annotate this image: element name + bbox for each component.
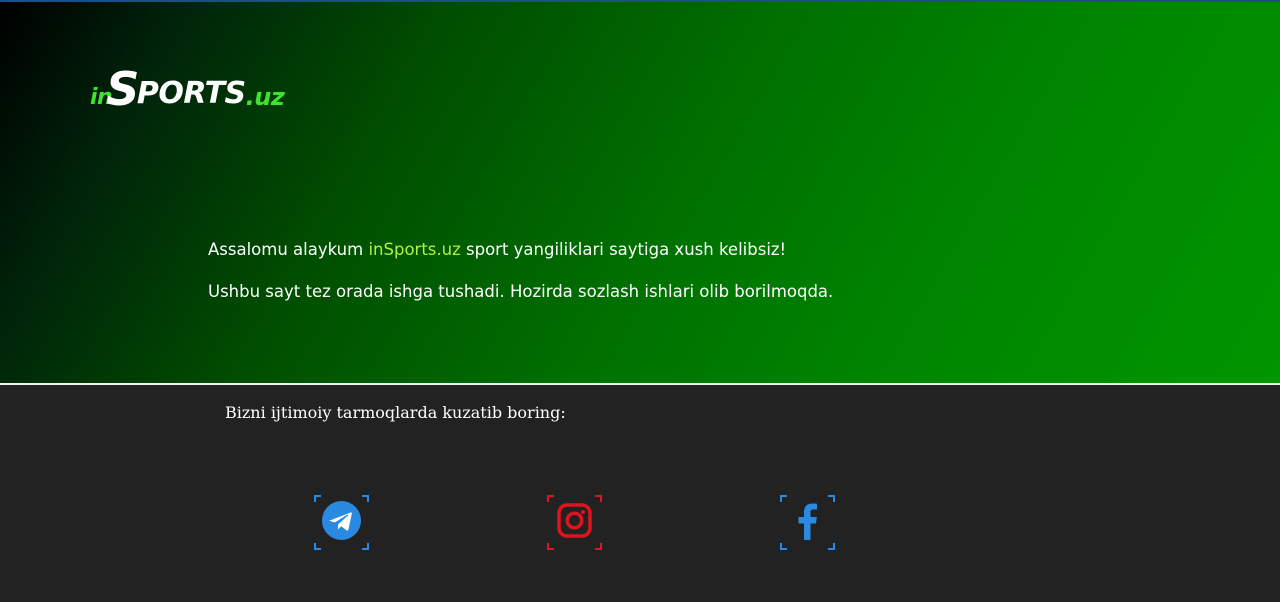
site-logo[interactable]: in S PORTS .uz xyxy=(90,60,285,116)
facebook-link[interactable] xyxy=(780,495,835,550)
instagram-link[interactable] xyxy=(547,495,602,550)
welcome-brand: inSports.uz xyxy=(368,240,461,259)
instagram-icon xyxy=(547,495,602,550)
notice-message: Ushbu sayt tez orada ishga tushadi. Hozi… xyxy=(208,282,834,301)
logo-tld: .uz xyxy=(245,83,285,111)
logo-s: S xyxy=(106,62,139,116)
section-divider xyxy=(0,383,1280,385)
follow-heading: Bizni ijtimoiy tarmoqlarda kuzatib borin… xyxy=(225,403,566,422)
hero-section: in S PORTS .uz Assalomu alaykum inSports… xyxy=(0,2,1280,383)
telegram-icon xyxy=(314,495,369,550)
logo-ports: PORTS xyxy=(136,76,246,111)
facebook-icon xyxy=(780,495,835,550)
welcome-message: Assalomu alaykum inSports.uz sport yangi… xyxy=(208,239,786,261)
welcome-before: Assalomu alaykum xyxy=(208,240,369,259)
telegram-link[interactable] xyxy=(314,495,369,550)
welcome-after: sport yangiliklari saytiga xush kelibsiz… xyxy=(460,240,787,259)
